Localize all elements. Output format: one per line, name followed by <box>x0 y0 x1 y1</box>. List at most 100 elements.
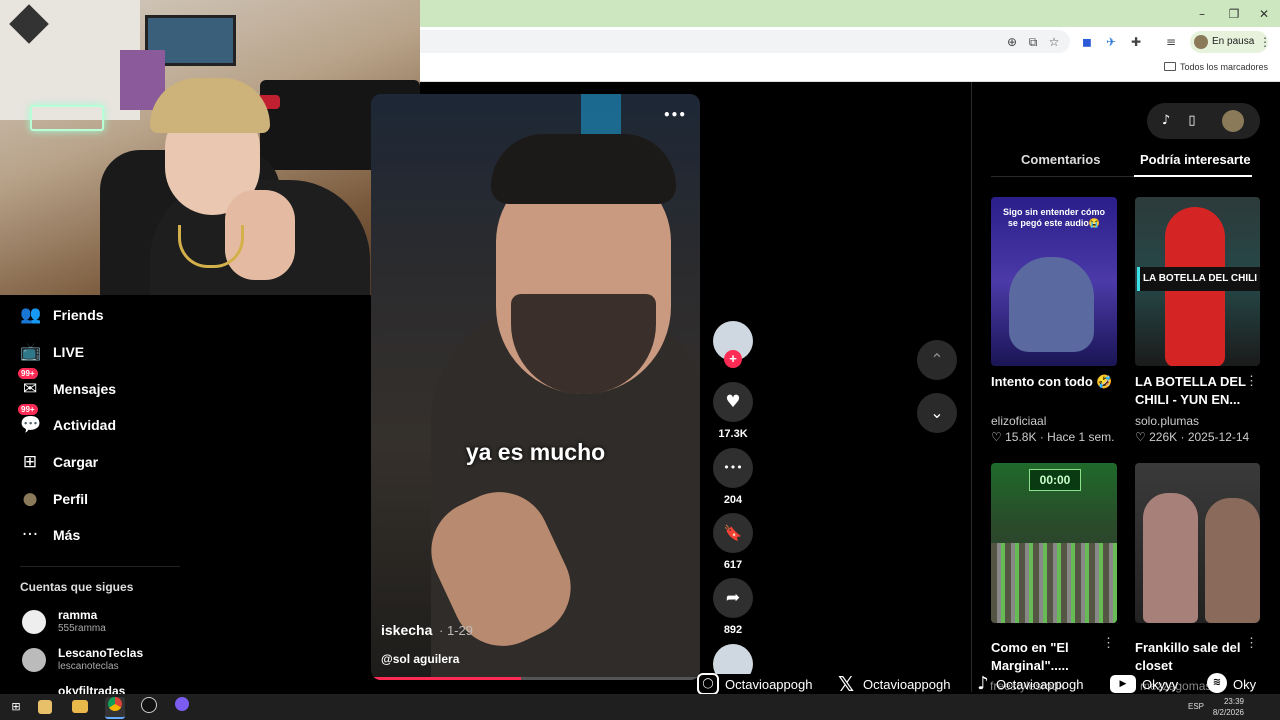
video-thumbnail[interactable]: Sigo sin entender cómo se pegó este audi… <box>991 197 1117 366</box>
tab-comments[interactable]: Comentarios <box>1021 152 1100 167</box>
thumbnail-person <box>1205 498 1260 623</box>
sidebar-item-friends[interactable]: 👥 Friends <box>20 302 240 332</box>
minimize-button[interactable]: – <box>1190 5 1214 23</box>
extensions-puzzle-icon[interactable]: ✚ <box>1127 33 1145 51</box>
card-author[interactable]: elizoficiaal <box>991 414 1117 428</box>
activity-icon: 💬 <box>20 415 42 435</box>
card-more-icon[interactable]: ⋮ <box>1245 635 1258 651</box>
comment-button[interactable]: ••• 204 <box>713 448 753 506</box>
save-button[interactable]: 🔖 617 <box>713 513 753 571</box>
share-button[interactable]: ➦ 892 <box>713 578 753 636</box>
chrome-icon[interactable] <box>105 697 125 719</box>
discord-icon[interactable] <box>172 697 192 717</box>
obs-icon[interactable] <box>139 697 159 717</box>
browser-menu-icon[interactable]: ⋮ <box>1256 33 1274 51</box>
video-progress-bar[interactable] <box>371 677 700 680</box>
bookmark-icon: 🔖 <box>713 513 753 553</box>
recommended-video-card[interactable]: 00:00 Como en "El Marginal"..... ⋮ <box>991 463 1117 677</box>
all-bookmarks-folder[interactable]: Todos los marcadores <box>1163 62 1268 72</box>
windows-taskbar: ⊞ ESP 23:39 8/2/2026 <box>0 694 1280 720</box>
sidebar-item-live[interactable]: 📺 LIVE <box>20 339 240 369</box>
extension-icon[interactable]: ◼ <box>1078 33 1096 51</box>
video-thumbnail[interactable]: 00:00 <box>991 463 1117 623</box>
thumbnail-crowd <box>991 543 1117 623</box>
thumbnail-person <box>1009 257 1094 352</box>
file-explorer-icon[interactable] <box>72 700 88 713</box>
card-stats: ♡ 226K · 2025-12-14 <box>1135 430 1250 444</box>
restore-button[interactable]: ❐ <box>1222 5 1246 23</box>
recommended-video-card[interactable]: Sigo sin entender cómo se pegó este audi… <box>991 197 1117 444</box>
sound-avatar <box>713 644 753 674</box>
system-clock[interactable]: 23:39 8/2/2026 <box>1213 696 1244 718</box>
sidebar-item-label: Más <box>53 527 81 543</box>
sidebar-item-profile[interactable]: ● Perfil <box>20 486 240 516</box>
following-account[interactable]: LescanoTeclas lescanoteclas <box>20 644 220 678</box>
speaker-hair <box>491 134 676 204</box>
bookmark-star-icon[interactable]: ☆ <box>1045 33 1063 51</box>
upload-plus-icon: ⊞ <box>22 452 38 472</box>
youtube-icon: ▶ <box>1110 675 1136 693</box>
discord-logo <box>175 697 189 711</box>
language-indicator[interactable]: ESP <box>1188 702 1204 711</box>
card-more-icon[interactable]: ⋮ <box>1102 373 1115 389</box>
extension-2-icon[interactable]: ✈ <box>1102 33 1120 51</box>
card-stats: ♡ 15.8K · Hace 1 sem. <box>991 430 1115 444</box>
video-mention[interactable]: @sol aguilera <box>381 652 459 666</box>
next-video-button[interactable]: ⌄ <box>917 393 957 433</box>
card-likes: 15.8K <box>1005 430 1037 444</box>
thumbnail-caption: LA BOTELLA DEL CHILI <box>1137 267 1260 291</box>
neon-sign <box>30 105 104 131</box>
x-icon: 𝕏 <box>837 672 855 696</box>
video-thumbnail[interactable] <box>1135 463 1260 623</box>
browser-title-bar: – ❐ ✕ <box>420 0 1280 27</box>
top-controls-pill: ♪ ▯ <box>1147 103 1260 139</box>
account-name: LescanoTeclas <box>58 646 144 660</box>
messages-icon: ✉ <box>22 379 38 399</box>
recommended-video-card[interactable]: LA BOTELLA DEL CHILI LA BOTELLA DEL CHIL… <box>1135 197 1260 444</box>
phone-icon[interactable]: ▯ <box>1183 112 1201 130</box>
install-app-icon[interactable]: ⧉ <box>1024 33 1042 51</box>
recommended-video-card[interactable]: Frankillo sale del closet ⋮ <box>1135 463 1260 677</box>
sound-avatar-button[interactable] <box>713 644 753 674</box>
card-title: LA BOTELLA DEL CHILI - YUN EN... <box>1135 374 1246 407</box>
media-player-icon[interactable] <box>38 700 52 714</box>
folder-icon <box>1163 62 1176 71</box>
video-author[interactable]: iskecha <box>381 622 432 638</box>
video-more-icon[interactable]: ••• <box>663 108 686 122</box>
sidebar-item-more[interactable]: ··· Más <box>20 522 240 552</box>
zoom-icon[interactable]: ⊕ <box>1003 33 1021 51</box>
following-account[interactable]: okyfiltradas <box>20 682 220 694</box>
active-tab-indicator <box>1134 175 1252 177</box>
sidebar-item-upload[interactable]: ⊞ Cargar <box>20 449 240 479</box>
video-player[interactable]: ••• ya es mucho iskecha · 1-29 @sol agui… <box>371 94 700 680</box>
windows-start-icon[interactable]: ⊞ <box>6 697 26 717</box>
like-button[interactable]: ♥ 17.3K <box>713 382 753 440</box>
follow-plus-icon[interactable]: + <box>724 350 742 368</box>
share-icon: ➦ <box>713 578 753 618</box>
tiktok-icon[interactable]: ♪ <box>1157 112 1175 130</box>
card-more-icon[interactable]: ⋮ <box>1245 373 1258 389</box>
tab-recommended[interactable]: Podría interesarte <box>1140 152 1251 167</box>
card-more-icon[interactable]: ⋮ <box>1102 635 1115 651</box>
tiktok-logo-icon: ♪ <box>977 673 989 694</box>
video-thumbnail[interactable]: LA BOTELLA DEL CHILI <box>1135 197 1260 366</box>
account-handle: lescanoteclas <box>58 661 119 672</box>
following-account[interactable]: ramma 555ramma <box>20 606 220 640</box>
obs-logo <box>141 697 157 713</box>
sidebar-item-messages[interactable]: ✉ 99+ Mensajes <box>18 368 240 406</box>
sidebar-item-activity[interactable]: 💬 99+ Actividad <box>18 404 240 442</box>
user-avatar[interactable] <box>1222 110 1244 132</box>
close-button[interactable]: ✕ <box>1252 5 1276 23</box>
media-control-icon[interactable]: ≡ <box>1162 33 1180 51</box>
creator-avatar-button[interactable]: + <box>713 321 753 368</box>
address-bar[interactable] <box>420 30 1070 53</box>
spotify-icon: ≋ <box>1207 673 1227 693</box>
thumbnail-caption: Sigo sin entender cómo se pegó este audi… <box>1002 207 1105 228</box>
panel-divider <box>971 82 972 692</box>
profile-status-label: En pausa <box>1212 36 1255 47</box>
account-handle: 555ramma <box>58 623 106 634</box>
sidebar-item-label: Mensajes <box>53 381 117 397</box>
previous-video-button[interactable]: ⌃ <box>917 340 957 380</box>
thumbnail-caption: 00:00 <box>1029 469 1081 491</box>
card-author[interactable]: solo.plumas <box>1135 414 1260 428</box>
